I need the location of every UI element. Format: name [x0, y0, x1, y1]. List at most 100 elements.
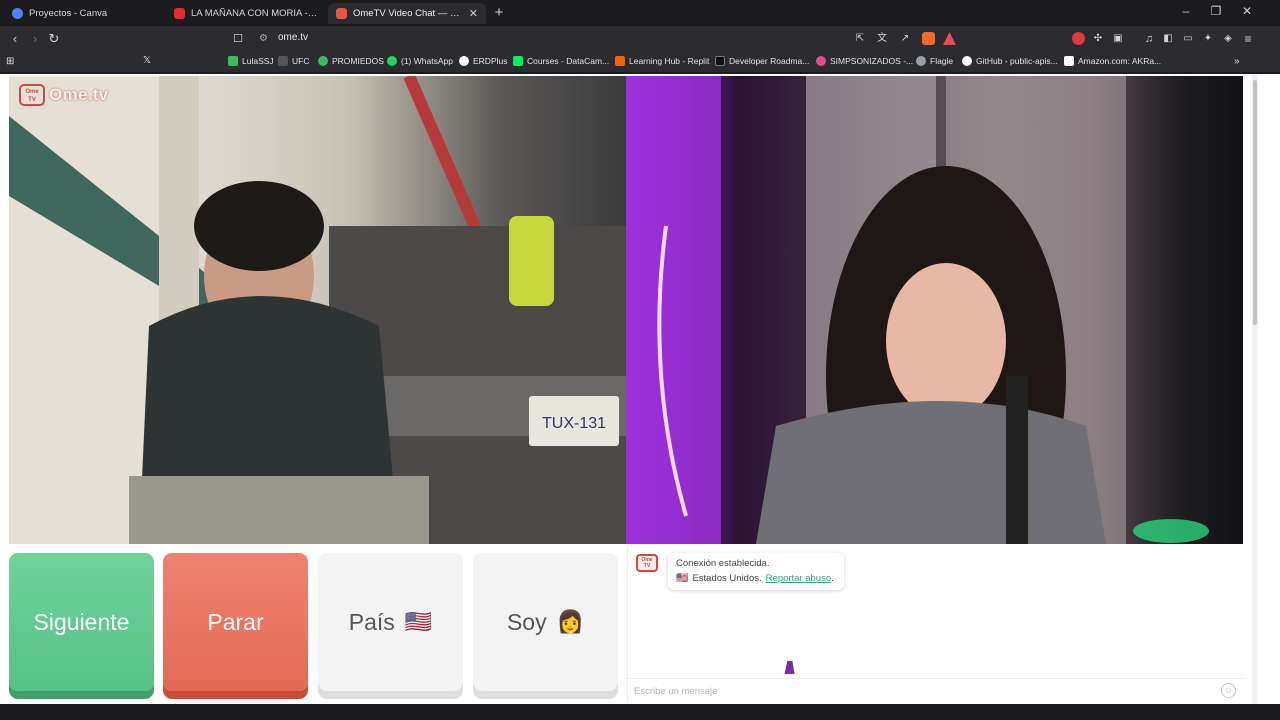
bookmark-label: (1) WhatsApp: [401, 56, 453, 66]
bookmark-label: ERDPlus: [473, 56, 508, 66]
chat-panel: Ome TV Conexión establecida. 🇺🇸 Estados …: [627, 546, 1244, 702]
tab-search-icon[interactable]: ▣: [1110, 31, 1126, 47]
system-message: Conexión establecida. 🇺🇸 Estados Unidos.…: [668, 553, 844, 590]
wallet-icon[interactable]: ▭: [1180, 31, 1196, 47]
stop-button[interactable]: Parar: [163, 553, 308, 691]
ometv-chat-logo-icon: Ome TV: [636, 554, 658, 572]
smile-icon[interactable]: ☺: [1221, 683, 1236, 698]
stop-button-label: Parar: [207, 608, 264, 635]
brave-shield-icon[interactable]: [922, 32, 935, 45]
bookmark-label: Amazon.com: AKRa...: [1078, 56, 1162, 66]
bookmark-lulassj[interactable]: LulaSSJ: [228, 56, 274, 66]
more-bookmarks-icon[interactable]: »: [1234, 56, 1240, 67]
gender-selector-button[interactable]: Soy 👩: [473, 553, 618, 691]
bookmark-favicon-icon: [715, 56, 725, 66]
share-icon[interactable]: ↗: [897, 31, 913, 47]
bookmark-whatsapp[interactable]: (1) WhatsApp: [387, 56, 453, 66]
license-plate: TUX-131: [542, 415, 606, 432]
bookmark-replit[interactable]: Learning Hub - Replit: [615, 56, 709, 66]
bookmark-label: PROMIEDOS: [332, 56, 384, 66]
x-bookmark-icon[interactable]: 𝕏: [143, 55, 151, 66]
bookmark-label: UFC: [292, 56, 310, 66]
woman-icon: 👩: [556, 609, 585, 635]
back-icon[interactable]: ‹: [7, 31, 23, 47]
country-name: Estados Unidos.: [692, 573, 762, 584]
leo-ai-icon[interactable]: ✦: [1200, 31, 1216, 47]
apps-grid-icon[interactable]: ⊞: [6, 56, 14, 67]
vpn-icon[interactable]: ◈: [1220, 31, 1236, 47]
tab-title: LA MAÑANA CON MORIA - PROGRAMA: [191, 8, 318, 19]
self-video-frame: [626, 76, 1209, 544]
tv-logo-icon: Ome TV: [19, 84, 45, 106]
url-field[interactable]: ome.tv: [278, 32, 308, 43]
whatsapp-icon: [387, 56, 397, 66]
reload-icon[interactable]: ↻: [46, 31, 62, 47]
amazon-icon: [1064, 56, 1074, 66]
forward-icon[interactable]: ›: [27, 31, 43, 47]
globe-icon: [916, 56, 926, 66]
bookmark-label: Flagle: [930, 56, 954, 66]
bookmark-flagle[interactable]: Flagle: [916, 56, 953, 66]
extension-icon[interactable]: [1072, 32, 1085, 45]
menu-icon[interactable]: ≡: [1240, 31, 1256, 47]
close-tab-icon[interactable]: ✕: [469, 7, 478, 20]
github-icon: [962, 56, 972, 66]
bookmark-favicon-icon: [459, 56, 469, 66]
connection-status: Conexión establecida.: [676, 558, 770, 569]
tab-title: OmeTV Video Chat — Omegle: [353, 8, 463, 19]
media-icon[interactable]: ♫: [1141, 31, 1157, 47]
bookmark-promiedos[interactable]: PROMIEDOS: [318, 56, 384, 66]
report-abuse-link[interactable]: Reportar abuso: [766, 573, 831, 584]
open-external-icon[interactable]: ⇱: [852, 31, 868, 47]
maximize-button[interactable]: ❐: [1208, 4, 1224, 18]
bookmark-label: Courses - DataCam...: [527, 56, 610, 66]
bookmarks-bar: ⊞ 𝕏 LulaSSJ UFC PROMIEDOS (1) WhatsApp E…: [0, 52, 1280, 73]
tab-title: Proyectos - Canva: [29, 8, 108, 19]
replit-icon: [615, 56, 625, 66]
bookmark-roadmap[interactable]: Developer Roadma...: [715, 56, 809, 66]
bookmark-favicon-icon: [513, 56, 523, 66]
message-input[interactable]: [634, 681, 1194, 701]
bookmark-datacamp[interactable]: Courses - DataCam...: [513, 56, 609, 66]
country-line: 🇺🇸 Estados Unidos. Reportar abuso.: [676, 571, 836, 586]
self-video: [626, 76, 1243, 544]
bookmark-erdplus[interactable]: ERDPlus: [459, 56, 507, 66]
tab-ometv[interactable]: OmeTV Video Chat — Omegle ✕: [328, 3, 486, 24]
brave-rewards-icon[interactable]: [943, 32, 956, 45]
bookmark-github[interactable]: GitHub - public-apis...: [962, 56, 1058, 66]
bookmark-favicon-icon: [318, 56, 328, 66]
canva-favicon-icon: [12, 8, 23, 19]
close-window-button[interactable]: ✕: [1239, 4, 1255, 18]
tab-canva[interactable]: Proyectos - Canva: [4, 3, 164, 24]
next-button[interactable]: Siguiente: [9, 553, 154, 691]
us-flag-icon: 🇺🇸: [676, 573, 689, 584]
stranger-video: TUX-131 Ome TV Ome.tv: [9, 76, 626, 544]
bookmark-label: GitHub - public-apis...: [976, 56, 1058, 66]
address-toolbar: ‹ › ↻ ☐ ⚙ ome.tv ⇱ 文 ↗ ✣ ▣ ♫ ◧ ▭ ✦ ◈ ≡: [0, 26, 1280, 52]
ometv-favicon-icon: [336, 8, 347, 19]
translate-icon[interactable]: 文: [874, 31, 890, 47]
bookmark-label: Learning Hub - Replit: [629, 56, 710, 66]
next-button-label: Siguiente: [33, 608, 130, 635]
bookmark-simpsonizados[interactable]: SIMPSONIZADOS -...: [816, 56, 913, 66]
scrollbar-thumb[interactable]: [1253, 80, 1257, 325]
country-button-label: País: [348, 608, 395, 635]
message-input-bar: ☺: [628, 678, 1244, 702]
bookmark-ufc[interactable]: UFC: [278, 56, 309, 66]
youtube-favicon-icon: [174, 8, 185, 19]
bookmark-label: LulaSSJ: [242, 56, 274, 66]
tab-youtube[interactable]: LA MAÑANA CON MORIA - PROGRAMA: [166, 3, 326, 24]
bookmark-favicon-icon: [278, 56, 288, 66]
report-suffix: .: [831, 573, 834, 584]
bookmark-icon[interactable]: ☐: [230, 31, 246, 47]
bookmark-amazon[interactable]: Amazon.com: AKRa...: [1064, 56, 1161, 66]
site-info-icon[interactable]: ⚙: [259, 33, 268, 44]
logo-text: Ome.tv: [49, 85, 109, 104]
minimize-button[interactable]: –: [1178, 4, 1194, 18]
country-selector-button[interactable]: País 🇺🇸: [318, 553, 463, 691]
sidebar-icon[interactable]: ◧: [1160, 31, 1176, 47]
extensions-puzzle-icon[interactable]: ✣: [1090, 31, 1106, 47]
bookmark-label: SIMPSONIZADOS -...: [830, 56, 914, 66]
new-tab-button[interactable]: +: [492, 4, 506, 21]
tab-strip: Proyectos - Canva LA MAÑANA CON MORIA - …: [0, 0, 1280, 26]
